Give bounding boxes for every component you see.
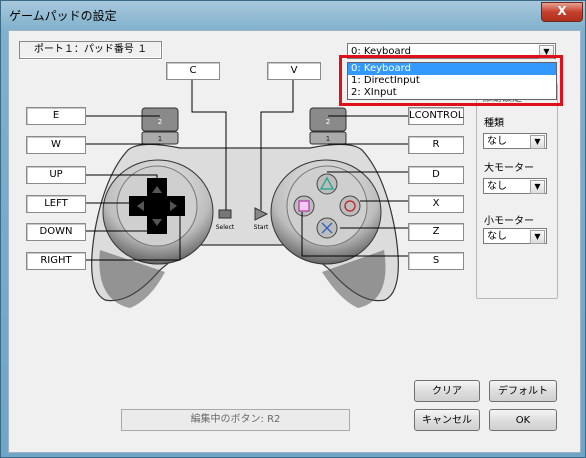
highlight-callout (339, 55, 563, 106)
key-box-x[interactable]: X (408, 195, 464, 213)
large-motor-select-value: なし (487, 181, 507, 192)
key-box-s[interactable]: S (408, 252, 464, 270)
shoulder-label-l2: 2 (158, 118, 162, 126)
cancel-button[interactable]: キャンセル (414, 409, 480, 431)
type-label: 種類 (484, 114, 504, 129)
chevron-down-icon[interactable]: ▼ (530, 135, 545, 149)
key-box-d[interactable]: D (408, 166, 464, 184)
key-box-right[interactable]: RIGHT (26, 252, 86, 270)
chevron-down-icon[interactable]: ▼ (530, 230, 545, 244)
large-motor-select[interactable]: なし ▼ (483, 178, 547, 194)
key-box-lcontrol[interactable]: LCONTROL (408, 107, 464, 125)
start-label: Start (254, 224, 269, 231)
key-box-v[interactable]: V (267, 62, 321, 80)
small-motor-select-value: なし (487, 231, 507, 242)
key-box-up[interactable]: UP (26, 166, 86, 184)
key-box-e[interactable]: E (26, 107, 86, 125)
large-motor-label: 大モーター (484, 159, 534, 174)
default-button[interactable]: デフォルト (489, 380, 557, 402)
type-select[interactable]: なし ▼ (483, 133, 547, 149)
key-box-left[interactable]: LEFT (26, 195, 86, 213)
small-motor-label: 小モーター (484, 212, 534, 227)
face-buttons (286, 165, 368, 247)
key-box-c[interactable]: C (166, 62, 220, 80)
shoulder-label-l1: 1 (158, 135, 162, 143)
select-label: Select (216, 224, 235, 231)
shoulder-label-r2: 2 (326, 118, 330, 126)
editing-button-status: 編集中のボタン: R2 (121, 409, 350, 431)
small-motor-select[interactable]: なし ▼ (483, 228, 547, 244)
ok-button[interactable]: OK (489, 409, 557, 431)
select-button-shape (218, 209, 232, 219)
key-box-w[interactable]: W (26, 136, 86, 154)
circle-button (339, 195, 361, 217)
clear-button[interactable]: クリア (414, 380, 480, 402)
shoulder-label-r1: 1 (326, 135, 330, 143)
port-label: ポート１：パッド番号 １ (19, 41, 162, 59)
key-box-down[interactable]: DOWN (26, 223, 86, 241)
key-box-z[interactable]: Z (408, 223, 464, 241)
key-box-r[interactable]: R (408, 136, 464, 154)
type-select-value: なし (487, 136, 507, 147)
chevron-down-icon[interactable]: ▼ (530, 180, 545, 194)
